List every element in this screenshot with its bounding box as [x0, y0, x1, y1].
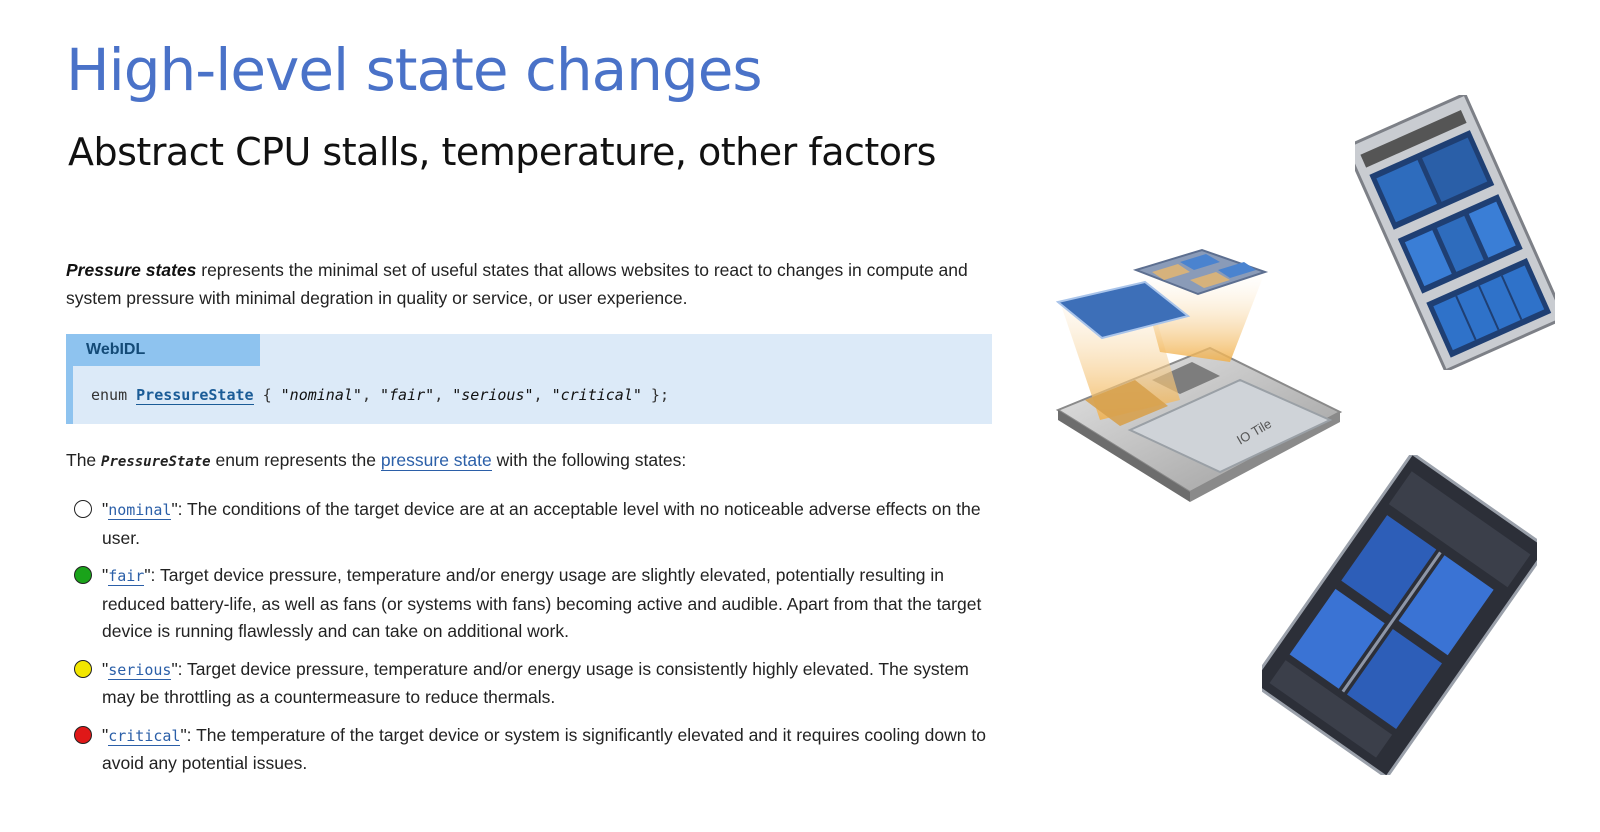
green-circle-icon [74, 566, 92, 584]
enum-prefix: The [66, 450, 102, 470]
red-circle-icon [74, 725, 92, 744]
slide-subtitle: Abstract CPU stalls, temperature, other … [68, 130, 936, 174]
slide-title: High-level state changes [66, 36, 763, 104]
state-description: ": The temperature of the target device … [102, 724, 986, 774]
state-item-critical: "critical": The temperature of the targe… [66, 722, 992, 778]
critical-link[interactable]: critical [108, 726, 181, 746]
spec-excerpt: Pressure states represents the minimal s… [66, 256, 992, 788]
enum-type-name: PressureState [101, 454, 211, 470]
enum-suffix: with the following states: [491, 450, 687, 470]
state-description: ": The conditions of the target device a… [102, 499, 981, 548]
serious-link[interactable]: serious [108, 660, 172, 680]
idl-type-link[interactable]: PressureState [136, 386, 254, 405]
idl-sep: , [434, 386, 453, 404]
state-item-nominal: "nominal": The conditions of the target … [66, 496, 992, 552]
webidl-block: WebIDL enum PressureState { "nominal", "… [66, 334, 992, 424]
idl-sep: , [533, 386, 552, 404]
idl-sep: , [361, 386, 380, 404]
webidl-code: enum PressureState { "nominal", "fair", … [91, 386, 669, 405]
state-list: "nominal": The conditions of the target … [66, 496, 992, 778]
white-circle-icon [74, 500, 92, 518]
idl-value: "serious" [452, 386, 534, 404]
state-item-serious: "serious": Target device pressure, tempe… [66, 656, 992, 712]
idl-keyword: enum [91, 386, 137, 404]
state-description: ": Target device pressure, temperature a… [102, 658, 969, 708]
nominal-link[interactable]: nominal [108, 501, 172, 520]
idl-value: "nominal" [280, 386, 362, 404]
chip-die-image-top [1355, 95, 1555, 370]
fair-link[interactable]: fair [108, 567, 145, 586]
state-item-fair: "fair": Target device pressure, temperat… [66, 562, 992, 646]
idl-value: "critical" [551, 386, 642, 404]
enum-middle: enum represents the [210, 450, 381, 470]
enum-description: The PressureState enum represents the pr… [66, 448, 992, 474]
state-description: ": Target device pressure, temperature a… [102, 565, 982, 641]
pressure-state-link[interactable]: pressure state [380, 450, 492, 471]
webidl-label: WebIDL [66, 334, 260, 366]
yellow-circle-icon [74, 659, 92, 678]
intro-paragraph: Pressure states represents the minimal s… [66, 256, 992, 312]
idl-value: "fair" [380, 386, 435, 404]
idl-open: { [253, 386, 281, 404]
chip-die-image-bottom [1262, 455, 1537, 775]
idl-close: }; [641, 386, 669, 404]
pressure-states-term: Pressure states [66, 260, 197, 280]
intro-text: represents the minimal set of useful sta… [66, 260, 968, 308]
